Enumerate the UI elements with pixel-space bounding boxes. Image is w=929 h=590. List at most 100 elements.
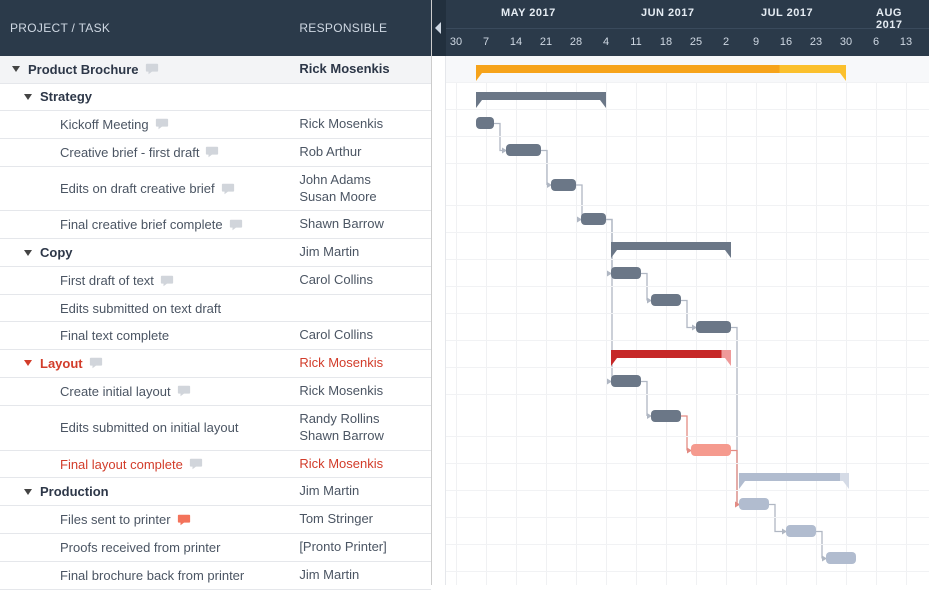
gantt-row <box>446 464 929 491</box>
table-row[interactable]: Layout Rick Mosenkis <box>0 350 431 378</box>
comment-icon[interactable] <box>145 62 159 76</box>
expand-caret-icon[interactable] <box>22 92 34 102</box>
table-row[interactable]: First draft of text Carol Collins <box>0 267 431 295</box>
summary-bar[interactable] <box>739 473 849 481</box>
task-bar[interactable] <box>611 267 641 279</box>
table-row[interactable]: Edits submitted on initial layout Randy R… <box>0 406 431 451</box>
gantt-rows <box>446 56 929 572</box>
task-name: Create initial layout <box>60 384 171 399</box>
column-header-responsible[interactable]: RESPONSIBLE <box>299 21 431 35</box>
summary-bar[interactable] <box>611 242 731 250</box>
comment-icon[interactable] <box>155 117 169 131</box>
responsible-name: Carol Collins <box>299 272 373 287</box>
responsible-name: Rick Mosenkis <box>299 355 383 370</box>
task-name: Edits submitted on initial layout <box>60 420 238 435</box>
comment-icon[interactable] <box>177 513 191 527</box>
table-row[interactable]: ProductionJim Martin <box>0 478 431 506</box>
task-name: Strategy <box>40 89 92 104</box>
table-row[interactable]: CopyJim Martin <box>0 239 431 267</box>
comment-icon[interactable] <box>229 218 243 232</box>
gantt-row <box>446 164 929 206</box>
comment-icon[interactable] <box>205 145 219 159</box>
task-name: Edits on draft creative brief <box>60 181 215 196</box>
table-row[interactable]: Final creative brief completeShawn Barro… <box>0 211 431 239</box>
summary-bar[interactable] <box>476 92 606 100</box>
expand-caret-icon[interactable] <box>10 64 22 74</box>
collapse-panel-handle[interactable] <box>432 0 446 56</box>
task-name: First draft of text <box>60 273 154 288</box>
gantt-row <box>446 260 929 287</box>
task-name: Layout <box>40 356 83 371</box>
responsible-name: [Pronto Printer] <box>299 539 386 554</box>
task-bar[interactable] <box>651 410 681 422</box>
gantt-row <box>446 137 929 164</box>
task-bar[interactable] <box>739 498 769 510</box>
task-bar[interactable] <box>696 321 731 333</box>
comment-icon[interactable] <box>177 384 191 398</box>
day-label: 25 <box>686 36 706 48</box>
table-row[interactable]: Proofs received from printer[Pronto Prin… <box>0 534 431 562</box>
comment-icon[interactable] <box>89 356 103 370</box>
gantt-row <box>446 110 929 137</box>
task-rows: Product BrochureRick Mosenkis Strategy Kic… <box>0 56 431 590</box>
table-row[interactable]: Kickoff Meeting Rick Mosenkis <box>0 111 431 139</box>
table-row[interactable]: Creative brief - first draft Rob Arthur <box>0 139 431 167</box>
comment-icon[interactable] <box>221 182 235 196</box>
table-row[interactable]: Final text complete Carol Collins <box>0 322 431 350</box>
task-name: Copy <box>40 245 73 260</box>
task-name: Kickoff Meeting <box>60 117 149 132</box>
gantt-row <box>446 341 929 368</box>
task-list-header: PROJECT / TASK RESPONSIBLE <box>0 0 431 56</box>
table-row[interactable]: Files sent to printerTom Stringer <box>0 506 431 534</box>
day-label: 14 <box>506 36 526 48</box>
column-header-task[interactable]: PROJECT / TASK <box>0 21 299 35</box>
gantt-body[interactable] <box>446 56 929 585</box>
comment-icon[interactable] <box>189 457 203 471</box>
expand-caret-icon[interactable] <box>22 248 34 258</box>
responsible-name: Carol Collins <box>299 327 373 342</box>
task-bar[interactable] <box>551 179 576 191</box>
gantt-row <box>446 395 929 437</box>
expand-caret-icon[interactable] <box>22 487 34 497</box>
task-bar[interactable] <box>476 117 494 129</box>
table-row[interactable]: Edits submitted on text draft <box>0 295 431 322</box>
day-label: 2 <box>716 36 736 48</box>
responsible-name: Rob Arthur <box>299 144 361 159</box>
task-bar[interactable] <box>506 144 541 156</box>
gantt-row <box>446 437 929 464</box>
table-row[interactable]: Final layout completeRick Mosenkis <box>0 451 431 479</box>
task-name: Production <box>40 484 109 499</box>
task-bar[interactable] <box>691 444 731 456</box>
summary-bar[interactable] <box>476 65 846 73</box>
gantt-row <box>446 518 929 545</box>
task-bar[interactable] <box>611 375 641 387</box>
day-label: 7 <box>476 36 496 48</box>
task-bar[interactable] <box>826 552 856 564</box>
day-label: 23 <box>806 36 826 48</box>
gantt-row <box>446 314 929 341</box>
task-bar[interactable] <box>651 294 681 306</box>
summary-bar[interactable] <box>611 350 731 358</box>
day-label: 4 <box>596 36 616 48</box>
table-row[interactable]: Create initial layoutRick Mosenkis <box>0 378 431 406</box>
task-name: Creative brief - first draft <box>60 145 199 160</box>
task-bar[interactable] <box>581 213 606 225</box>
responsible-name: Rick Mosenkis <box>299 116 383 131</box>
task-name: Files sent to printer <box>60 512 171 527</box>
day-label: 6 <box>866 36 886 48</box>
gantt-row <box>446 233 929 260</box>
gantt-row <box>446 206 929 233</box>
responsible-name: Randy RollinsShawn Barrow <box>299 411 384 443</box>
task-name: Final text complete <box>60 328 169 343</box>
expand-caret-icon[interactable] <box>22 358 34 368</box>
responsible-name: Rick Mosenkis <box>299 456 383 471</box>
day-label: 30 <box>836 36 856 48</box>
table-row[interactable]: Edits on draft creative briefJohn AdamsS… <box>0 167 431 212</box>
responsible-name: Shawn Barrow <box>299 216 384 231</box>
comment-icon[interactable] <box>160 274 174 288</box>
table-row[interactable]: Product BrochureRick Mosenkis <box>0 56 431 84</box>
table-row[interactable]: Final brochure back from printerJim Mart… <box>0 562 431 590</box>
table-row[interactable]: Strategy <box>0 84 431 111</box>
task-bar[interactable] <box>786 525 816 537</box>
responsible-name: Rick Mosenkis <box>299 61 389 76</box>
